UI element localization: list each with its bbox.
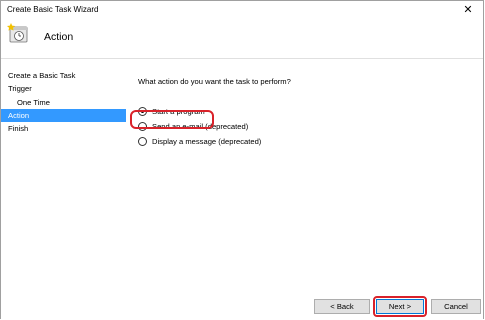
- action-panel: What action do you want the task to perf…: [138, 77, 478, 149]
- page-title: Action: [44, 31, 74, 43]
- cancel-button[interactable]: Cancel: [431, 299, 481, 314]
- step-trigger: Trigger: [8, 84, 32, 94]
- radio-start-program[interactable]: [138, 107, 147, 116]
- step-create-basic-task: Create a Basic Task: [8, 71, 76, 80]
- step-action: Action: [1, 108, 126, 123]
- back-button[interactable]: < Back: [314, 299, 370, 314]
- window-title: Create Basic Task Wizard: [7, 5, 99, 14]
- action-question: What action do you want the task to perf…: [138, 77, 291, 86]
- wizard-header: Action: [1, 19, 483, 59]
- wizard-body: Create a Basic Task Trigger One Time Act…: [1, 59, 483, 320]
- next-button[interactable]: Next >: [376, 299, 424, 314]
- option-display-message[interactable]: Display a message (deprecated): [138, 134, 478, 149]
- task-wizard-icon: [7, 23, 28, 43]
- steps-list: Create a Basic Task Trigger One Time Act…: [1, 69, 129, 135]
- option-display-message-label[interactable]: Display a message (deprecated): [152, 137, 261, 146]
- step-one-time: One Time: [17, 97, 50, 107]
- close-icon[interactable]: ✕: [461, 3, 475, 17]
- option-send-email[interactable]: Send an e-mail (deprecated): [138, 119, 478, 134]
- option-start-program-label[interactable]: Start a program: [152, 107, 205, 116]
- radio-display-message[interactable]: [138, 137, 147, 146]
- wizard-window: Create Basic Task Wizard ✕ Action Create…: [0, 0, 484, 320]
- title-bar: Create Basic Task Wizard ✕: [1, 1, 483, 19]
- option-start-program[interactable]: Start a program: [138, 104, 478, 119]
- radio-send-email[interactable]: [138, 122, 147, 131]
- option-send-email-label[interactable]: Send an e-mail (deprecated): [152, 122, 248, 131]
- step-finish: Finish: [8, 124, 29, 134]
